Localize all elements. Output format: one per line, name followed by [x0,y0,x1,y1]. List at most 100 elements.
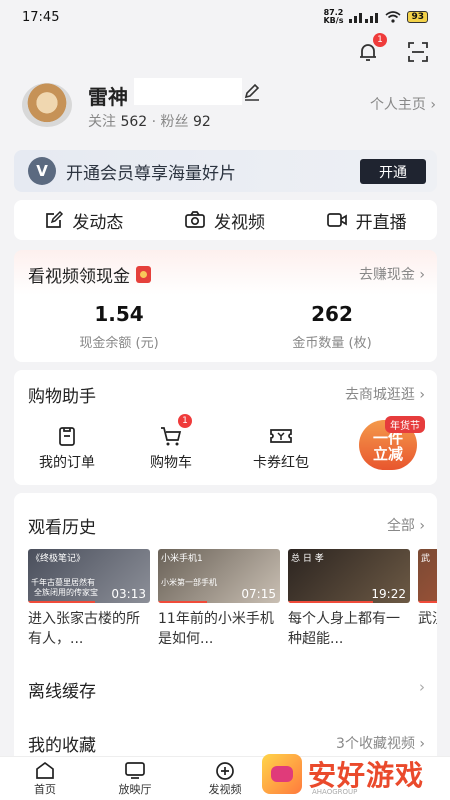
tab-cinema-label: 放映厅 [118,783,152,796]
video-duration: 19:22 [371,587,406,601]
video-title: 武汉中国 [418,611,437,627]
tab-cinema[interactable]: 放映厅 [105,761,165,797]
watch-progress-bar [158,601,207,603]
video-thumbnail: 总 日 孝 19:22 [288,549,410,603]
live-camera-icon [326,213,347,227]
edit-name-icon[interactable] [242,82,262,102]
thumbnail-overlay-text: 小米手机1 [161,554,203,564]
offline-cache-item[interactable]: 离线缓存 › [28,677,425,702]
vip-banner[interactable]: V 开通会员尊享海量好片 开通 [14,150,437,192]
my-orders-label: 我的订单 [39,455,95,471]
post-update-button[interactable]: 发动态 [44,208,123,233]
thumbnail-overlay-text: 武 [421,554,431,564]
history-video-item[interactable]: 总 日 孝 19:22 每个人身上都有一种超能... [288,549,410,645]
cart-button[interactable]: 1 购物车 [126,414,216,472]
thumbnail-subtitle-2: 全族闭用的传家宝 [34,588,98,597]
status-time: 17:45 [22,9,60,25]
fans-label[interactable]: 粉丝 [161,114,189,130]
watermark: 安好游戏 AHAOGROUP [262,748,442,800]
history-video-item[interactable]: 《终极笔记》 千年古墓里居然有 全族闭用的传家宝 03:13 进入张家古楼的所有人，..… [28,549,150,645]
following-label[interactable]: 关注 [88,114,116,130]
my-orders-button[interactable]: 我的订单 [22,422,112,472]
avatar[interactable] [22,83,72,127]
history-video-item[interactable]: 武武汉中国 [418,549,437,645]
cart-badge: 1 [178,414,192,428]
shopping-title: 购物助手 [28,387,96,407]
thumbnail-overlay-text: 总 日 孝 [291,554,324,564]
watermark-subtext: AHAOGROUP [312,788,358,796]
favorites-label: 我的收藏 [28,736,96,756]
watch-progress-bar [418,601,437,603]
offline-cache-label: 离线缓存 [28,682,96,702]
post-video-label: 发视频 [213,212,265,233]
tv-icon [125,762,145,779]
cart-label: 购物车 [150,455,192,471]
cart-icon [161,427,182,446]
wifi-icon [385,11,401,23]
history-list: 《终极笔记》 千年古墓里居然有 全族闭用的传家宝 03:13 进入张家古楼的所有人，..… [28,549,437,645]
network-speed: 87.2 KB/s [323,8,344,25]
scan-icon [408,42,428,62]
profile-section: 雷神 关注 562 · 粉丝 92 个人主页 › [20,78,436,134]
coin-balance-value: 262 [311,302,353,326]
following-count[interactable]: 562 [120,114,147,130]
fans-count[interactable]: 92 [193,114,211,130]
tab-post-video-label: 发视频 [208,783,242,796]
coin-balance[interactable]: 262 金币数量 (枚) [232,302,432,351]
go-live-label: 开直播 [355,212,407,233]
post-video-button[interactable]: 发视频 [184,208,265,233]
cash-card: 看视频领现金 去赚现金 › 1.54 现金余额 (元) 262 金币数量 (枚) [14,250,437,362]
video-duration: 03:13 [111,587,146,601]
add-video-icon [216,762,234,780]
battery-indicator: 93 [407,11,428,23]
go-live-button[interactable]: 开直播 [326,208,407,233]
thumbnail-subtitle: 小米第一部手机 [161,578,217,587]
video-title: 11年前的小米手机是如何... [158,611,274,645]
video-title: 进入张家古楼的所有人，... [28,611,140,645]
vip-open-button[interactable]: 开通 [360,159,426,184]
video-thumbnail: 小米手机1 小米第一部手机 07:15 [158,549,280,603]
cash-title: 看视频领现金 [28,262,151,287]
camera-icon [185,211,205,228]
watermark-logo-icon [262,754,302,794]
post-update-label: 发动态 [72,212,124,233]
tab-post-video[interactable]: 发视频 [195,761,255,797]
cash-balance-value: 1.54 [94,302,144,326]
video-thumbnail: 武 [418,549,437,603]
watch-progress-bar [28,601,96,603]
tab-home[interactable]: 首页 [15,761,75,797]
video-thumbnail: 《终极笔记》 千年古墓里居然有 全族闭用的传家宝 03:13 [28,549,150,603]
history-video-item[interactable]: 小米手机1 小米第一部手机 07:15 11年前的小米手机是如何... [158,549,280,645]
vip-logo-icon: V [28,157,56,185]
coupons-label: 卡券红包 [253,455,309,471]
header-actions: 1 [356,33,430,64]
home-icon [36,761,54,779]
signal-icon [349,13,379,23]
video-duration: 07:15 [241,587,276,601]
watch-progress-bar [288,601,374,603]
cash-balance-label: 现金余额 (元) [79,336,159,351]
coin-balance-label: 金币数量 (枚) [292,336,372,351]
stats-separator: · [151,114,157,130]
coupons-button[interactable]: 卡券红包 [236,422,326,472]
shopping-card: 购物助手 去商城逛逛 › 我的订单 1 购物车 卡券红包 一件 立减 年货节 [14,370,437,485]
profile-name: 雷神 [88,85,128,109]
notification-badge: 1 [373,33,387,47]
tab-home-label: 首页 [34,783,56,796]
homepage-link[interactable]: 个人主页 › [370,94,436,114]
scan-button[interactable] [406,40,430,64]
red-envelope-icon [136,266,151,283]
action-bar: 发动态 发视频 开直播 [14,200,437,240]
vip-text: 开通会员尊享海量好片 [66,163,236,184]
video-title: 每个人身上都有一种超能... [288,611,400,645]
name-redaction [134,78,242,105]
chevron-right-icon: › [419,678,425,696]
cash-balance[interactable]: 1.54 现金余额 (元) [19,302,219,351]
earn-cash-link[interactable]: 去赚现金 › [359,264,425,284]
notification-button[interactable]: 1 [356,33,387,64]
history-all-link[interactable]: 全部 › [387,515,425,535]
coupon-icon [270,429,292,443]
history-title: 观看历史 [28,518,96,538]
status-indicators: 87.2 KB/s 93 [323,9,428,25]
mall-link[interactable]: 去商城逛逛 › [345,384,425,404]
